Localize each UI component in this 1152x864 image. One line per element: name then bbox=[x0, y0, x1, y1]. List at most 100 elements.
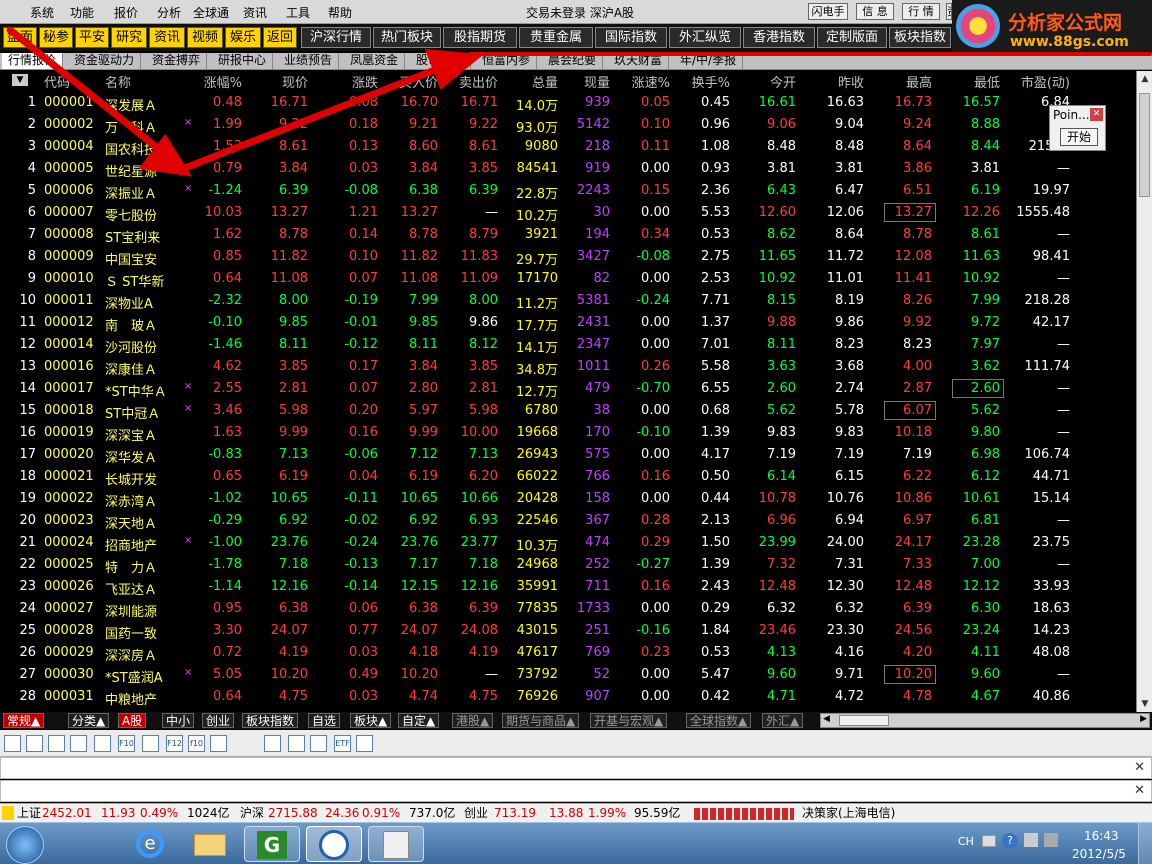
subtab-morning[interactable]: 晨会纪要 bbox=[542, 53, 604, 69]
subtab-reports[interactable]: 年/中/季报 bbox=[674, 53, 744, 69]
stack-icon[interactable] bbox=[70, 735, 87, 752]
vertical-scrollbar[interactable]: ▲ ▼ bbox=[1136, 71, 1152, 712]
header-13[interactable]: 今开 bbox=[736, 72, 796, 91]
header-12[interactable]: 换手% bbox=[674, 72, 730, 91]
close-icon[interactable]: ✕ bbox=[1134, 760, 1145, 775]
table-row[interactable]: 3 000004 国农科技 1.53 8.61 0.13 8.60 8.61 9080 218 0.… bbox=[0, 136, 1136, 158]
tb-futures[interactable]: 股指期货 bbox=[443, 27, 517, 48]
header-1[interactable]: 代码 bbox=[44, 72, 98, 91]
header-4[interactable]: 涨幅% bbox=[196, 72, 242, 91]
tb-hushen[interactable]: 沪深行情 bbox=[301, 27, 371, 48]
menu-quote[interactable]: 报价 bbox=[114, 4, 138, 21]
table-row[interactable]: 8 000009 中国宝安 0.85 11.82 0.10 11.82 11.83 29.7万 3… bbox=[0, 246, 1136, 268]
table-row[interactable]: 2 000002 万 科Ａ × 1.99 9.22 0.18 9.21 9.22 93.0万 514… bbox=[0, 114, 1136, 136]
category-tab-5[interactable]: 板块指数 bbox=[242, 713, 299, 728]
table-row[interactable]: 23 000026 飞亚达Ａ -1.14 12.16 -0.14 12.15 12.16 359… bbox=[0, 576, 1136, 598]
flash-button[interactable]: 闪电手 bbox=[808, 3, 848, 20]
category-tab-11[interactable]: 开基与宏观▲ bbox=[590, 713, 668, 728]
table-row[interactable]: 26 000029 深深房Ａ 0.72 4.19 0.03 4.18 4.19 47617 769… bbox=[0, 642, 1136, 664]
table-row[interactable]: 22 000025 特 力Ａ -1.78 7.18 -0.13 7.17 7.18 24968 2… bbox=[0, 554, 1136, 576]
tb-metals[interactable]: 贵重金属 bbox=[519, 27, 593, 48]
tb-intl[interactable]: 国际指数 bbox=[595, 27, 667, 48]
start-button[interactable]: 开始 bbox=[1060, 128, 1098, 146]
header-2[interactable]: 名称 bbox=[105, 72, 171, 91]
scroll-right-icon[interactable]: ▶ bbox=[1140, 714, 1147, 724]
start-button[interactable] bbox=[6, 826, 44, 864]
menu-system[interactable]: 系统 bbox=[30, 4, 54, 21]
menu-analysis[interactable]: 分析 bbox=[157, 4, 181, 21]
subtab-phoenix[interactable]: 凤凰资金 bbox=[344, 53, 406, 69]
menu-tools[interactable]: 工具 bbox=[286, 4, 310, 21]
f10w-icon[interactable]: f10 bbox=[188, 735, 205, 752]
menu-global[interactable]: 全球通 bbox=[193, 4, 229, 21]
table-icon[interactable] bbox=[4, 735, 21, 752]
input-row-1[interactable]: ✕ bbox=[0, 757, 1152, 779]
table-row[interactable]: 18 000021 长城开发 0.65 6.19 0.04 6.19 6.20 66022 766… bbox=[0, 466, 1136, 488]
header-9[interactable]: 总量 bbox=[504, 72, 558, 91]
subtab-jiutian[interactable]: 玖天财富 bbox=[608, 53, 670, 69]
scroll-thumb[interactable] bbox=[1139, 93, 1150, 197]
info-button[interactable]: 信 息 bbox=[856, 3, 894, 20]
show-desktop-button[interactable] bbox=[1138, 823, 1152, 864]
table-row[interactable]: 21 000024 招商地产 × -1.00 23.76 -0.24 23.76 23.77 10… bbox=[0, 532, 1136, 554]
subtab-market-news[interactable]: 股市要闻 bbox=[410, 53, 472, 69]
tb-hk[interactable]: 香港指数 bbox=[743, 27, 815, 48]
header-11[interactable]: 涨速% bbox=[614, 72, 670, 91]
etf-icon[interactable]: ETF bbox=[334, 735, 351, 752]
header-15[interactable]: 最高 bbox=[872, 72, 932, 91]
header-17[interactable]: 市盈(动) bbox=[1004, 72, 1070, 91]
tb-secret[interactable]: 秘参 bbox=[39, 27, 73, 48]
paint-app[interactable] bbox=[368, 826, 424, 862]
category-tab-6[interactable]: 自选 bbox=[308, 713, 341, 728]
g-app[interactable]: G bbox=[244, 826, 300, 862]
input-row-2[interactable]: ✕ bbox=[0, 780, 1152, 802]
tb-panel[interactable]: 盘面 bbox=[3, 27, 37, 48]
category-tab-9[interactable]: 港股▲ bbox=[452, 713, 494, 728]
category-tab-12[interactable]: 全球指数▲ bbox=[686, 713, 752, 728]
table-row[interactable]: 20 000023 深天地Ａ -0.29 6.92 -0.02 6.92 6.93 22546 3… bbox=[0, 510, 1136, 532]
help-icon[interactable]: ? bbox=[1002, 833, 1018, 849]
header-16[interactable]: 最低 bbox=[940, 72, 1000, 91]
subtab-research[interactable]: 研报中心 bbox=[212, 53, 274, 69]
tb-research[interactable]: 研究 bbox=[111, 27, 147, 48]
arrows-icon[interactable] bbox=[288, 735, 305, 752]
scroll-left-icon[interactable]: ◀ bbox=[823, 714, 830, 724]
f12-icon[interactable]: F12 bbox=[166, 735, 183, 752]
explorer-app[interactable] bbox=[182, 826, 238, 862]
subtab-fund-drive[interactable]: 资金驱动力 bbox=[68, 53, 142, 69]
menu-info[interactable]: 资讯 bbox=[243, 4, 267, 21]
folder-icon[interactable] bbox=[264, 735, 281, 752]
table-row[interactable]: 19 000022 深赤湾Ａ -1.02 10.65 -0.11 10.65 10.66 204… bbox=[0, 488, 1136, 510]
horizontal-scrollbar[interactable]: ◀ ▶ bbox=[820, 713, 1150, 728]
header-7[interactable]: 买入价 bbox=[384, 72, 438, 91]
scroll-up-icon[interactable]: ▲ bbox=[1137, 71, 1152, 87]
category-tab-4[interactable]: 创业 bbox=[202, 713, 235, 728]
table-row[interactable]: 7 000008 ST宝利来 1.62 8.78 0.14 8.78 8.79 3921 194 0… bbox=[0, 224, 1136, 246]
target-icon[interactable] bbox=[310, 735, 327, 752]
quote-button[interactable]: 行 情 bbox=[902, 3, 940, 20]
category-tab-13[interactable]: 外汇▲ bbox=[762, 713, 804, 728]
export-icon[interactable] bbox=[356, 735, 373, 752]
table-row[interactable]: 5 000006 深振业Ａ × -1.24 6.39 -0.08 6.38 6.39 22.8万 2… bbox=[0, 180, 1136, 202]
tb-sectoridx[interactable]: 板块指数 bbox=[889, 27, 951, 48]
tb-pingan[interactable]: 平安 bbox=[75, 27, 109, 48]
table-row[interactable]: 11 000012 南 玻Ａ -0.10 9.85 -0.01 9.85 9.86 17.7万 2… bbox=[0, 312, 1136, 334]
tb-fun[interactable]: 娱乐 bbox=[225, 27, 261, 48]
sort-dropdown-icon[interactable]: ▼ bbox=[12, 74, 28, 86]
f10-icon[interactable]: F10 bbox=[118, 735, 135, 752]
tb-custom[interactable]: 定制版面 bbox=[817, 27, 887, 48]
table-row[interactable]: 12 000014 沙河股份 -1.46 8.11 -0.12 8.11 8.12 14.1万 2… bbox=[0, 334, 1136, 356]
close-icon[interactable]: ✕ bbox=[1134, 783, 1145, 798]
header-14[interactable]: 昨收 bbox=[804, 72, 864, 91]
category-tab-8[interactable]: 自定▲ bbox=[398, 713, 440, 728]
keyboard-icon[interactable] bbox=[982, 835, 996, 847]
category-tab-7[interactable]: 板块▲ bbox=[350, 713, 392, 728]
table-row[interactable]: 4 000005 世纪星源 0.79 3.84 0.03 3.84 3.85 84541 919 0… bbox=[0, 158, 1136, 180]
category-tab-1[interactable]: 分类▲ bbox=[68, 713, 110, 728]
table-row[interactable]: 27 000030 *ST盛润A × 5.05 10.20 0.49 10.20 — 73792 5… bbox=[0, 664, 1136, 686]
tb-video[interactable]: 视频 bbox=[187, 27, 223, 48]
subtab-hengfu[interactable]: 恒富内参 bbox=[476, 53, 538, 69]
table-row[interactable]: 10 000011 深物业A -2.32 8.00 -0.19 7.99 8.00 11.2万 5… bbox=[0, 290, 1136, 312]
table-row[interactable]: 28 000031 中粮地产 0.64 4.75 0.03 4.74 4.75 76926 907… bbox=[0, 686, 1136, 708]
table-row[interactable]: 13 000016 深康佳Ａ 4.62 3.85 0.17 3.84 3.85 34.8万 101… bbox=[0, 356, 1136, 378]
